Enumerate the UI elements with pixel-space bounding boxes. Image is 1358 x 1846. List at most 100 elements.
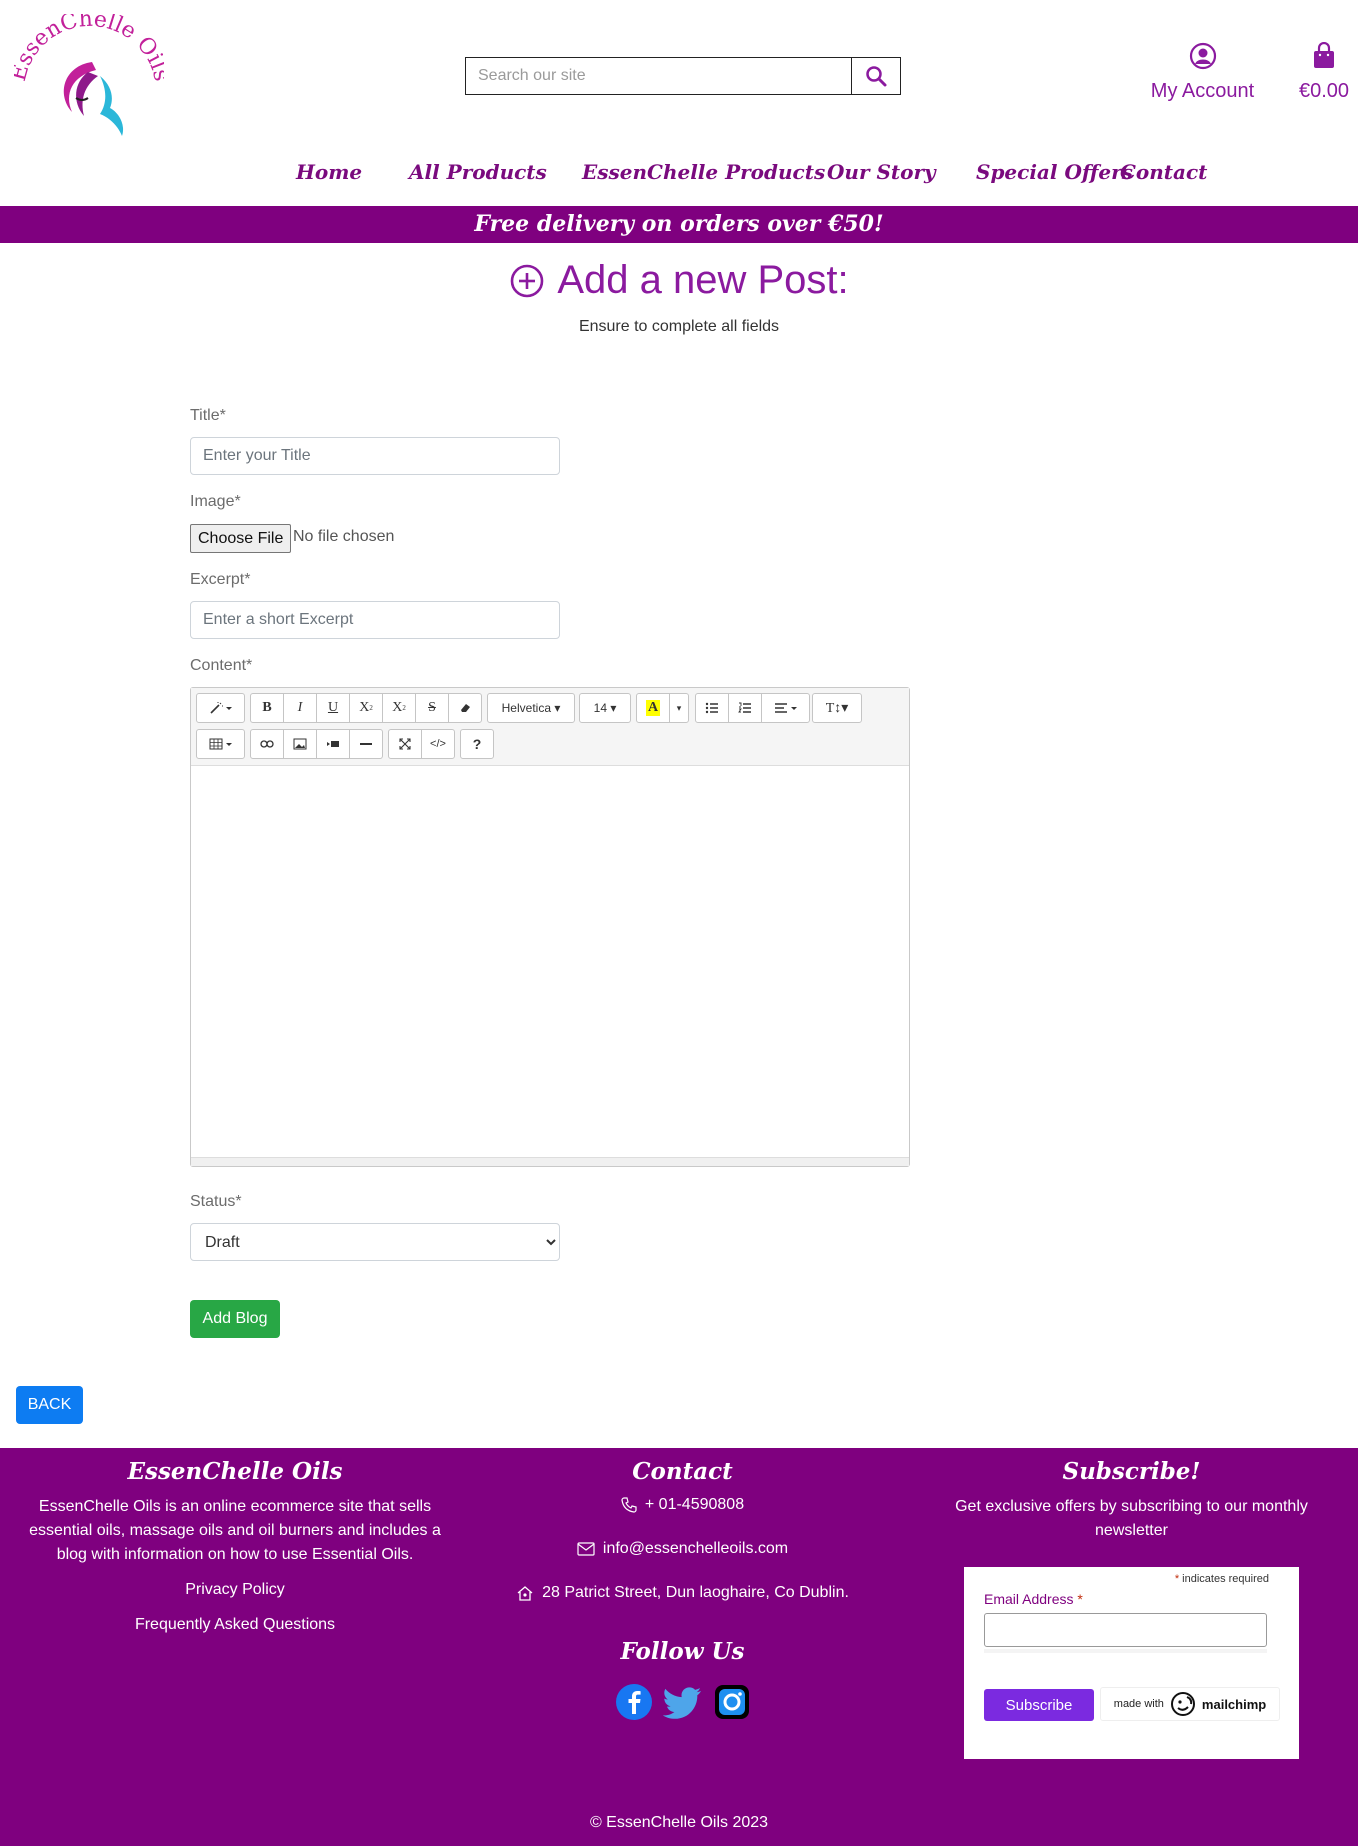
footer-subscribe: Subscribe! Get exclusive offers by subsc… [930,1448,1333,1543]
contact-address-text: 28 Patrict Street, Dun laoghaire, Co Dub… [542,1584,849,1601]
contact-address: 28 Patrict Street, Dun laoghaire, Co Dub… [460,1584,905,1602]
home-icon [517,1586,533,1601]
question-icon: ? [472,736,482,752]
footer-contact: Contact + 01-4590808 info@essenchelleoil… [460,1448,905,1846]
subscribe-button[interactable]: Subscribe [984,1689,1094,1721]
page-heading: Add a new Post: [0,258,1358,303]
highlight-a-icon: A [645,700,661,716]
line-height-button[interactable]: T↕▾ [812,693,862,723]
twitter-icon[interactable] [662,1683,703,1721]
excerpt-input[interactable] [190,601,560,639]
magic-style-button[interactable] [196,693,245,723]
footer-contact-title: Contact [632,1458,733,1485]
contact-phone[interactable]: + 01-4590808 [460,1496,905,1514]
color-dropdown-button[interactable]: ▾ [669,693,689,723]
search-input[interactable] [466,58,851,94]
nav-special-offers[interactable]: Special Offers [976,160,1133,184]
footer-about-title: EssenChelle Oils [127,1458,343,1485]
nav-our-story[interactable]: Our Story [827,160,936,184]
mailchimp-brand-text: mailchimp [1201,1696,1267,1712]
code-view-button[interactable]: </> [421,729,455,759]
required-note: * indicates required [1174,1573,1269,1585]
excerpt-label: Excerpt* [190,571,251,588]
rich-text-editor: B I U X2 X2 S Helvetica ▾ 14 ▾ A ▾ T↕▾ <… [190,687,910,1167]
clear-format-button[interactable] [448,693,482,723]
social-icons [460,1683,905,1721]
facebook-icon[interactable] [615,1683,653,1721]
footer-subscribe-text: Get exclusive offers by subscribing to o… [955,1498,1308,1539]
nav-essenchelle-products[interactable]: EssenChelle Products [582,160,825,184]
table-button[interactable] [196,729,245,759]
text-color-button[interactable]: A [636,693,670,723]
choose-file-button[interactable]: Choose File [190,524,292,553]
privacy-policy-link[interactable]: Privacy Policy [20,1581,450,1599]
table-icon [209,738,232,750]
underline-button[interactable]: U [316,693,350,723]
image-label: Image* [190,493,241,510]
magic-wand-icon [209,702,232,714]
contact-email[interactable]: info@essenchelleoils.com [460,1540,905,1558]
title-label: Title* [190,407,226,424]
bullet-list-button[interactable] [695,693,729,723]
site-logo[interactable]: EssenChelle Oils [14,14,164,139]
faq-link[interactable]: Frequently Asked Questions [20,1616,450,1634]
insert-link-button[interactable] [250,729,284,759]
font-size-dropdown[interactable]: 14 ▾ [579,693,631,723]
font-family-dropdown[interactable]: Helvetica ▾ [487,693,575,723]
paragraph-align-button[interactable] [761,693,810,723]
plus-circle-icon [511,264,544,297]
my-account-label: My Account [1150,80,1255,102]
status-select[interactable]: Draft [190,1223,560,1261]
email-address-label-text: Email Address [984,1591,1074,1607]
editor-toolbar: B I U X2 X2 S Helvetica ▾ 14 ▾ A ▾ T↕▾ <… [191,688,909,766]
main-nav: Home All Products EssenChelle Products O… [0,160,1358,190]
help-button[interactable]: ? [460,729,494,759]
nav-contact[interactable]: Contact [1120,160,1207,184]
subscript-button[interactable]: X2 [382,693,416,723]
bullet-list-icon [705,702,718,714]
mailchimp-freddie-icon [1170,1692,1195,1716]
email-address-input[interactable] [984,1613,1267,1647]
font-family-value: Helvetica [501,701,551,715]
contact-phone-text: + 01-4590808 [644,1496,745,1513]
my-account-link[interactable]: My Account [1140,42,1265,103]
instagram-icon[interactable] [713,1683,751,1721]
strikethrough-button[interactable]: S [415,693,449,723]
font-size-value: 14 [593,701,607,715]
italic-button[interactable]: I [283,693,317,723]
title-input[interactable] [190,437,560,475]
cart-total: €0.00 [1298,80,1350,102]
nav-all-products[interactable]: All Products [409,160,547,184]
video-icon [327,741,339,747]
search-button[interactable] [851,58,900,94]
footer-about-text: EssenChelle Oils is an online ecommerce … [29,1498,441,1563]
bold-button[interactable]: B [250,693,284,723]
cart-link[interactable]: €0.00 [1290,41,1358,103]
ordered-list-button[interactable] [728,693,762,723]
content-label: Content* [190,657,253,674]
superscript-button[interactable]: X2 [349,693,383,723]
picture-icon [293,738,307,750]
link-icon [260,740,274,748]
email-address-label: Email Address * [984,1591,1083,1607]
nav-home[interactable]: Home [296,160,362,184]
page-title: Add a new Post: [557,258,849,302]
contact-email-text: info@essenchelleoils.com [602,1540,789,1557]
fullscreen-button[interactable] [388,729,422,759]
page-subtitle: Ensure to complete all fields [578,318,780,335]
code-icon: </> [430,738,446,750]
insert-video-button[interactable] [316,729,350,759]
copyright: © EssenChelle Oils 2023 [589,1814,769,1831]
insert-picture-button[interactable] [283,729,317,759]
editor-content-area[interactable] [191,767,909,1157]
footer-about: EssenChelle Oils EssenChelle Oils is an … [20,1448,450,1634]
add-blog-button[interactable]: Add Blog [190,1300,280,1338]
mailchimp-badge[interactable]: made with mailchimp [1100,1687,1280,1721]
editor-resize-bar[interactable] [191,1157,909,1166]
horizontal-rule-button[interactable] [349,729,383,759]
shopping-bag-icon [1314,41,1334,68]
back-button[interactable]: BACK [16,1386,83,1424]
follow-us-title: Follow Us [620,1638,745,1665]
mailchimp-form: * indicates required Email Address * Sub… [964,1567,1299,1759]
expand-icon [399,738,411,750]
